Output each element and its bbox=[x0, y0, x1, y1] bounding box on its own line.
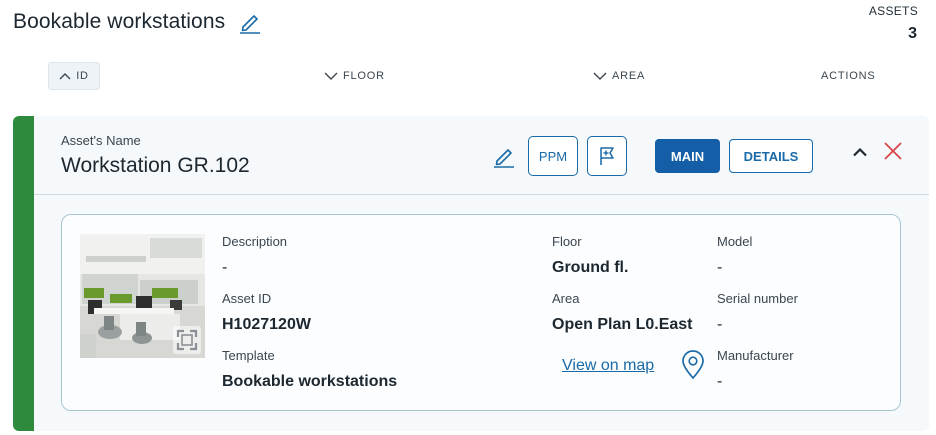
actions-label: ACTIONS bbox=[821, 70, 876, 82]
assets-summary: ASSETS 3 bbox=[869, 4, 918, 43]
map-pin-button[interactable] bbox=[680, 350, 706, 380]
collapse-button[interactable] bbox=[848, 140, 872, 164]
chevron-down-icon bbox=[324, 72, 338, 80]
main-tab-button[interactable]: MAIN bbox=[655, 139, 720, 173]
asset-name: Workstation GR.102 bbox=[61, 154, 250, 177]
details-tab-button[interactable]: DETAILS bbox=[729, 139, 813, 173]
area-value: Open Plan L0.East bbox=[552, 316, 693, 333]
description-value: - bbox=[222, 259, 228, 276]
flag-button[interactable] bbox=[587, 136, 627, 176]
chevron-up-icon bbox=[59, 73, 71, 80]
asset-details-panel: Description - Asset ID H1027120W Templat… bbox=[61, 214, 901, 411]
sort-by-area-button[interactable]: AREA bbox=[593, 62, 645, 90]
close-icon bbox=[884, 142, 902, 160]
view-on-map-link[interactable]: View on map bbox=[562, 357, 654, 375]
status-stripe bbox=[13, 116, 34, 431]
model-label: Model bbox=[717, 234, 753, 249]
page-title-row: Bookable workstations bbox=[13, 9, 263, 35]
close-button[interactable] bbox=[880, 138, 906, 164]
asset-name-label: Asset's Name bbox=[61, 133, 141, 148]
manufacturer-value: - bbox=[717, 373, 723, 390]
template-label: Template bbox=[222, 348, 275, 363]
asset-id-label: Asset ID bbox=[222, 291, 272, 306]
chevron-up-icon bbox=[853, 147, 867, 157]
model-value: - bbox=[717, 259, 723, 276]
sort-bar: ID FLOOR AREA ACTIONS bbox=[0, 62, 936, 90]
floor-label: Floor bbox=[552, 234, 582, 249]
sort-by-id-button[interactable]: ID bbox=[48, 62, 100, 90]
chevron-down-icon bbox=[593, 72, 607, 80]
sort-area-label: AREA bbox=[612, 70, 646, 82]
edit-title-button[interactable] bbox=[237, 9, 263, 35]
floor-value: Ground fl. bbox=[552, 259, 629, 276]
flag-icon bbox=[600, 147, 614, 165]
serial-number-value: - bbox=[717, 316, 723, 333]
asset-card: Asset's Name Workstation GR.102 PPM MAIN… bbox=[13, 116, 929, 431]
sort-id-label: ID bbox=[76, 70, 89, 82]
map-pin-icon bbox=[682, 350, 704, 380]
asset-actions: PPM MAIN DETAILS bbox=[490, 136, 813, 176]
expand-icon bbox=[176, 329, 198, 351]
ppm-button[interactable]: PPM bbox=[528, 136, 578, 176]
serial-number-label: Serial number bbox=[717, 291, 798, 306]
edit-asset-button[interactable] bbox=[490, 142, 518, 170]
sort-by-floor-button[interactable]: FLOOR bbox=[324, 62, 385, 90]
asset-photo[interactable] bbox=[80, 234, 205, 358]
description-label: Description bbox=[222, 234, 288, 249]
expand-photo-button[interactable] bbox=[173, 326, 201, 354]
asset-card-header: Asset's Name Workstation GR.102 PPM MAIN… bbox=[34, 116, 929, 195]
page-title: Bookable workstations bbox=[13, 10, 226, 33]
template-value: Bookable workstations bbox=[222, 373, 398, 390]
pencil-icon bbox=[494, 149, 514, 168]
asset-id-value: H1027120W bbox=[222, 316, 311, 333]
manufacturer-label: Manufacturer bbox=[717, 348, 794, 363]
area-label: Area bbox=[552, 291, 580, 306]
assets-count: 3 bbox=[908, 25, 917, 42]
sort-floor-label: FLOOR bbox=[343, 70, 385, 82]
actions-column-header: ACTIONS bbox=[821, 62, 876, 90]
pencil-icon bbox=[240, 15, 261, 34]
assets-label: ASSETS bbox=[868, 4, 918, 18]
